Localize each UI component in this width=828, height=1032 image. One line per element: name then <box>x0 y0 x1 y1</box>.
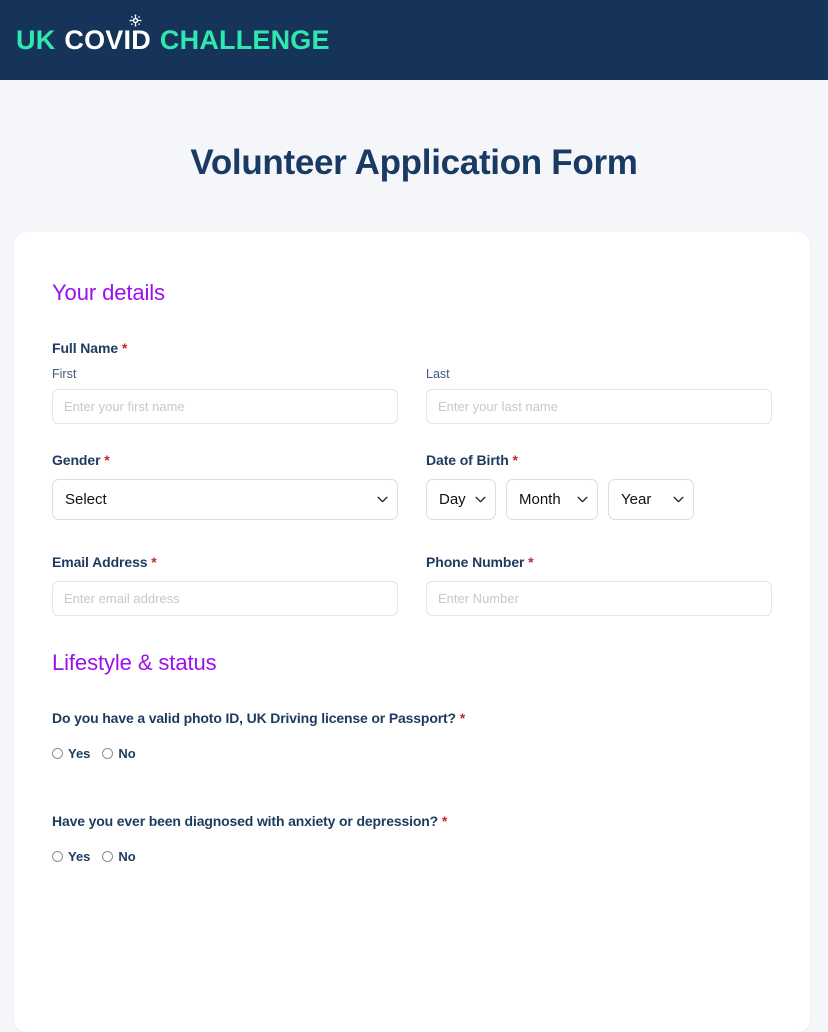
field-group-email-phone: Email Address * Phone Number * <box>52 554 772 616</box>
label-question-anxiety-depression: Have you ever been diagnosed with anxiet… <box>52 813 772 829</box>
required-asterisk: * <box>512 452 518 468</box>
label-date-of-birth-text: Date of Birth <box>426 452 509 468</box>
page-title: Volunteer Application Form <box>190 143 638 182</box>
required-asterisk: * <box>151 554 157 570</box>
email-phone-row: Email Address * Phone Number * <box>52 554 772 616</box>
site-header: UK COVID CHALLENGE <box>0 0 828 80</box>
radio-circle-icon[interactable] <box>52 748 63 759</box>
radio-photo-id-yes-label: Yes <box>68 746 91 761</box>
radio-photo-id-no[interactable]: No <box>102 746 136 761</box>
radio-group-photo-id: Yes No <box>52 746 772 761</box>
required-asterisk: * <box>528 554 534 570</box>
dob-day-select[interactable]: Day <box>426 479 496 520</box>
gender-dob-row: Gender * Select Date of Birth * Day Mont… <box>52 452 772 520</box>
section-heading-your-details: Your details <box>52 280 165 305</box>
radio-circle-icon[interactable] <box>52 851 63 862</box>
first-name-column: First <box>52 367 398 424</box>
phone-column: Phone Number * <box>426 554 772 616</box>
radio-circle-icon[interactable] <box>102 851 114 862</box>
dob-month-select[interactable]: Month <box>506 479 598 520</box>
question-anxiety-depression: Have you ever been diagnosed with anxiet… <box>52 813 772 864</box>
label-full-name-text: Full Name <box>52 340 119 356</box>
section-heading-lifestyle-status: Lifestyle & status <box>52 650 217 675</box>
gender-column: Gender * Select <box>52 452 398 520</box>
email-input[interactable] <box>52 581 398 616</box>
radio-anxiety-depression-no[interactable]: No <box>102 849 136 864</box>
radio-photo-id-yes[interactable]: Yes <box>52 746 90 761</box>
brand-uk-text: UK <box>16 24 56 55</box>
required-asterisk: * <box>104 452 110 468</box>
sub-label-last: Last <box>426 367 450 381</box>
dob-column: Date of Birth * Day Month Year <box>426 452 772 520</box>
label-email-address-text: Email Address <box>52 554 148 570</box>
question-photo-id: Do you have a valid photo ID, UK Driving… <box>52 710 772 761</box>
radio-photo-id-no-label: No <box>118 746 136 761</box>
label-email-address: Email Address * <box>52 554 398 570</box>
sub-label-first: First <box>52 367 77 381</box>
field-group-full-name: Full Name * First Last <box>52 340 772 424</box>
required-asterisk: * <box>121 340 128 356</box>
label-phone-number-text: Phone Number <box>426 554 525 570</box>
radio-anxiety-depression-yes[interactable]: Yes <box>52 849 90 864</box>
phone-input[interactable] <box>426 581 772 616</box>
last-name-column: Last <box>426 367 772 424</box>
required-asterisk: * <box>459 710 465 726</box>
first-name-input[interactable] <box>52 389 398 424</box>
radio-anxiety-depression-no-label: No <box>118 849 136 864</box>
label-phone-number: Phone Number * <box>426 554 772 570</box>
radio-group-anxiety-depression: Yes No <box>52 849 772 864</box>
radio-circle-icon[interactable] <box>102 748 114 759</box>
gender-select[interactable]: Select <box>52 479 398 520</box>
dob-year-select[interactable]: Year <box>608 479 694 520</box>
last-name-input[interactable] <box>426 389 772 424</box>
label-date-of-birth: Date of Birth * <box>426 452 772 468</box>
date-of-birth-group: Day Month Year <box>426 479 772 520</box>
label-question-photo-id-text: Do you have a valid photo ID, UK Driving… <box>52 710 456 726</box>
field-group-gender-dob: Gender * Select Date of Birth * Day Mont… <box>52 452 772 520</box>
full-name-row: First Last <box>52 367 772 424</box>
brand-covid-text: COVID <box>64 13 151 55</box>
label-gender-text: Gender <box>52 452 101 468</box>
label-question-photo-id: Do you have a valid photo ID, UK Driving… <box>52 710 772 726</box>
required-asterisk: * <box>441 813 448 829</box>
label-gender: Gender * <box>52 452 398 468</box>
brand-challenge-text: CHALLENGE <box>159 24 330 55</box>
label-full-name: Full Name * <box>52 340 772 356</box>
radio-anxiety-depression-yes-label: Yes <box>68 849 91 864</box>
coronavirus-icon <box>129 13 142 27</box>
volunteer-application-form: Your details Full Name * First Last Gend… <box>14 232 810 1032</box>
label-question-anxiety-depression-text: Have you ever been diagnosed with anxiet… <box>52 813 439 829</box>
brand-logo[interactable]: UK COVID CHALLENGE <box>16 13 330 55</box>
email-column: Email Address * <box>52 554 398 616</box>
brand-covid-label: COVID <box>64 24 151 55</box>
